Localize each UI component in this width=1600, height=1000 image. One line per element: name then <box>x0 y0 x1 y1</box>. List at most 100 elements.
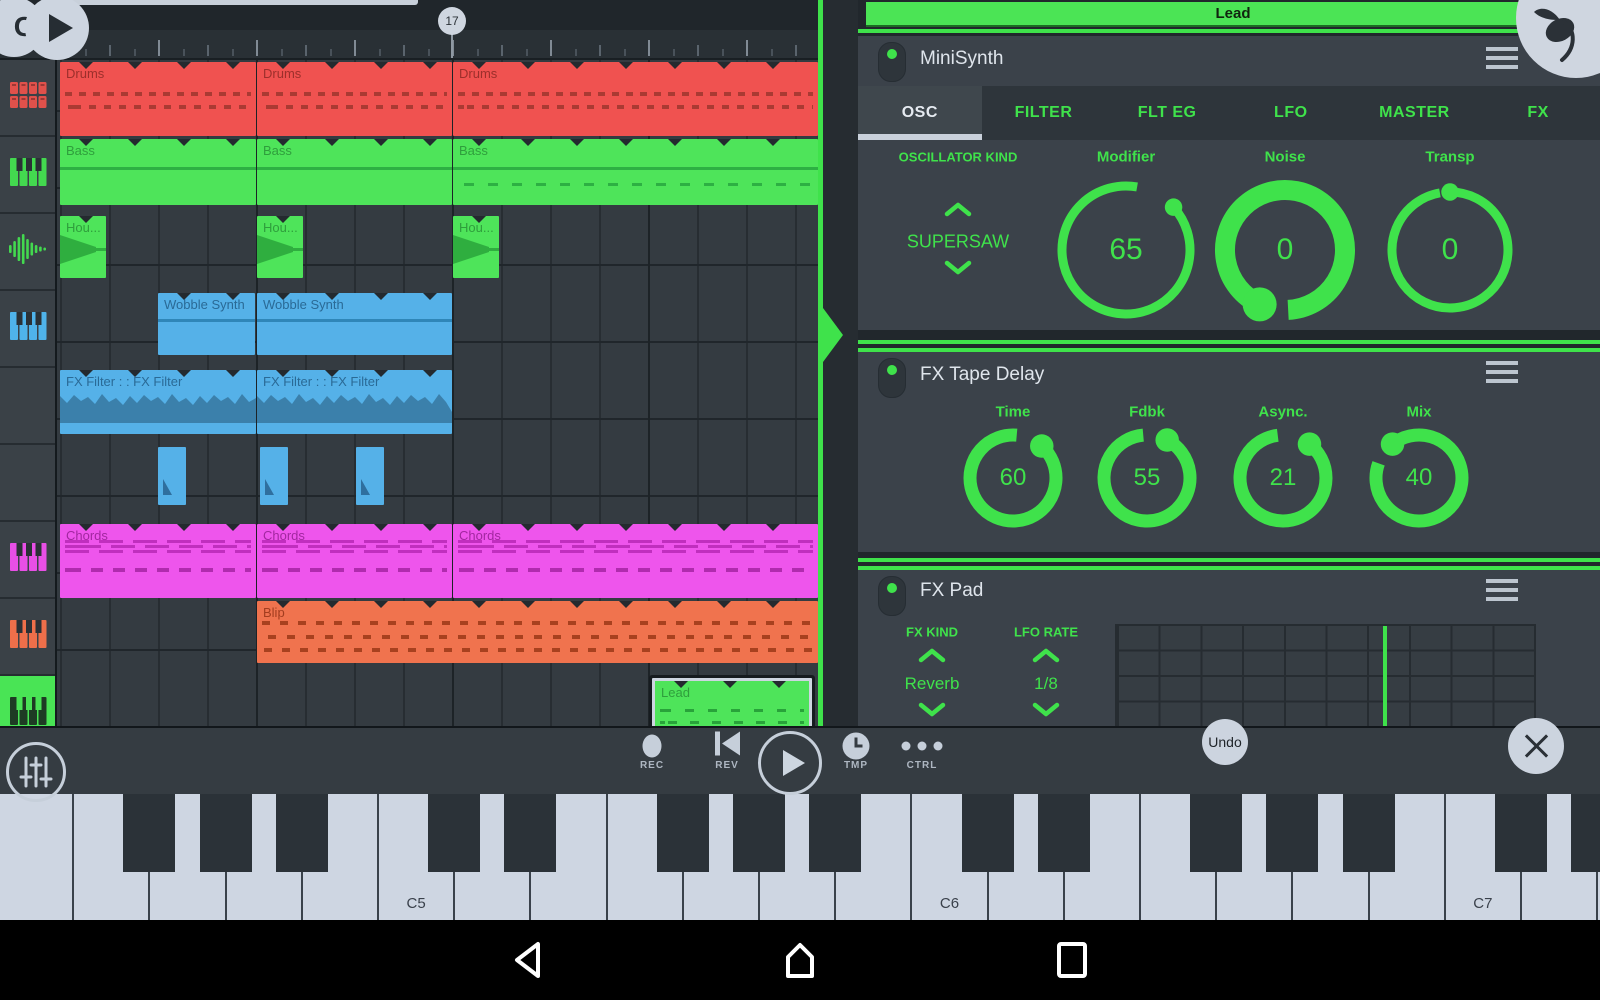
minisynth-enable-toggle[interactable] <box>878 42 906 82</box>
separator-line <box>858 29 1600 33</box>
knob-label: Modifier <box>1096 148 1156 166</box>
ruler-tick <box>182 49 185 56</box>
black-key[interactable] <box>1190 792 1243 872</box>
clip-blip[interactable]: Blip <box>257 601 818 663</box>
channel-header-bar[interactable]: Lead <box>866 2 1600 27</box>
undo-button[interactable]: Undo <box>1202 719 1248 765</box>
clip-drums[interactable]: Drums <box>453 62 818 136</box>
clip-bass[interactable]: Bass <box>257 139 452 205</box>
clip-hou-[interactable]: Hou... <box>60 216 106 278</box>
beat-notch <box>668 524 682 531</box>
piano-keyboard[interactable]: C5 C6 C7 <box>0 792 1600 920</box>
clip-bass[interactable]: Bass <box>60 139 256 205</box>
clip-spike[interactable] <box>158 447 186 505</box>
fx-pad-enable-toggle[interactable] <box>878 576 906 616</box>
play-button[interactable] <box>758 731 822 795</box>
beat-notch <box>325 62 339 69</box>
black-key[interactable] <box>1037 792 1090 872</box>
clip-drums[interactable]: Drums <box>257 62 452 136</box>
horizontal-scrollbar[interactable] <box>46 0 418 5</box>
tape-delay-menu-icon[interactable] <box>1486 361 1518 383</box>
fx-kind-up-icon[interactable] <box>916 647 948 669</box>
track-selector[interactable] <box>0 522 55 599</box>
knob-transp[interactable]: 0 <box>1376 176 1524 324</box>
clip-chords[interactable]: Chords <box>453 524 818 598</box>
black-key[interactable] <box>199 792 252 872</box>
nav-recents-icon[interactable] <box>1052 938 1092 982</box>
beat-notch <box>619 139 633 146</box>
black-key[interactable] <box>733 792 785 872</box>
black-key[interactable] <box>504 792 557 872</box>
knob-value: 40 <box>1405 464 1433 491</box>
knob-time[interactable]: 60 <box>950 415 1076 541</box>
black-key[interactable] <box>1342 792 1395 872</box>
clip-lead[interactable]: Lead <box>652 678 812 726</box>
oscillator-kind-up-icon[interactable] <box>942 201 974 223</box>
close-keyboard-button[interactable] <box>1508 718 1564 774</box>
clip-chords[interactable]: Chords <box>60 524 256 598</box>
lfo-rate-up-icon[interactable] <box>1030 647 1062 669</box>
tape-delay-enable-toggle[interactable] <box>878 358 906 398</box>
knob-mix[interactable]: 40 <box>1356 415 1482 541</box>
black-key[interactable] <box>656 792 709 872</box>
clip-hou-[interactable]: Hou... <box>453 216 499 278</box>
tab-filter[interactable]: FILTER <box>982 86 1106 140</box>
mixer-button[interactable] <box>6 742 66 802</box>
clip-wobble-synth[interactable]: Wobble Synth <box>257 293 452 355</box>
clip-hou-[interactable]: Hou... <box>257 216 303 278</box>
track-selector[interactable] <box>0 599 55 676</box>
control-button[interactable] <box>901 741 943 751</box>
knob-value: 60 <box>999 464 1027 491</box>
track-selector[interactable] <box>0 368 55 445</box>
knob-fdbk[interactable]: 55 <box>1084 415 1210 541</box>
nav-home-icon[interactable] <box>778 938 822 982</box>
clip-spike[interactable] <box>260 447 288 505</box>
bar-position-marker[interactable]: 17 <box>438 7 466 35</box>
track-selector[interactable] <box>0 137 55 214</box>
black-key[interactable] <box>123 792 176 872</box>
playlist-grid[interactable]: Drums Drums Drums Bass Bass Bass Hou... Hou... H… <box>57 60 818 726</box>
black-key[interactable] <box>961 792 1014 872</box>
clip-drums[interactable]: Drums <box>60 62 256 136</box>
clip-spike[interactable] <box>356 447 384 505</box>
lfo-rate-down-icon[interactable] <box>1030 701 1062 723</box>
beat-notch <box>619 524 633 531</box>
black-key[interactable] <box>1266 792 1319 872</box>
track-selector[interactable] <box>0 291 55 368</box>
nav-back-icon[interactable] <box>510 938 550 982</box>
fx-kind-down-icon[interactable] <box>916 701 948 723</box>
black-key[interactable] <box>1571 792 1600 872</box>
tab-fx[interactable]: FX <box>1476 86 1600 140</box>
rewind-button[interactable] <box>713 731 741 762</box>
knob-modifier[interactable]: 65 <box>1046 170 1206 330</box>
track-selector[interactable] <box>0 214 55 291</box>
fx-pad-xy-grid[interactable] <box>1115 624 1536 730</box>
knob-noise[interactable]: 0 <box>1198 163 1372 337</box>
fx-pad-menu-icon[interactable] <box>1486 579 1518 601</box>
white-key[interactable] <box>0 792 75 920</box>
black-key[interactable] <box>428 792 481 872</box>
tab-master[interactable]: MASTER <box>1353 86 1477 140</box>
record-button[interactable] <box>642 734 662 758</box>
tempo-button[interactable] <box>842 732 870 760</box>
tab-flt-eg[interactable]: FLT EG <box>1105 86 1229 140</box>
minisynth-menu-icon[interactable] <box>1486 47 1518 69</box>
clip-fx-filter-fx-filter[interactable]: FX Filter : : FX Filter <box>257 370 452 434</box>
knob-async[interactable]: 21 <box>1220 415 1346 541</box>
clip-wobble-synth[interactable]: Wobble Synth <box>158 293 255 355</box>
fl-logo-button[interactable] <box>1516 0 1600 78</box>
oscillator-kind-down-icon[interactable] <box>942 259 974 281</box>
ruler-tick <box>207 45 209 56</box>
clip-fx-filter-fx-filter[interactable]: FX Filter : : FX Filter <box>60 370 256 434</box>
black-key[interactable] <box>809 792 862 872</box>
track-selector[interactable] <box>0 60 55 137</box>
clip-bass[interactable]: Bass <box>453 139 818 205</box>
black-key[interactable] <box>275 792 328 872</box>
clip-chords[interactable]: Chords <box>257 524 452 598</box>
tab-lfo[interactable]: LFO <box>1229 86 1353 140</box>
track-selector[interactable] <box>0 445 55 522</box>
tab-osc[interactable]: OSC <box>858 86 982 140</box>
black-key[interactable] <box>1495 792 1547 872</box>
timeline-ruler[interactable] <box>0 30 818 60</box>
panel-divider-handle[interactable] <box>823 308 843 362</box>
